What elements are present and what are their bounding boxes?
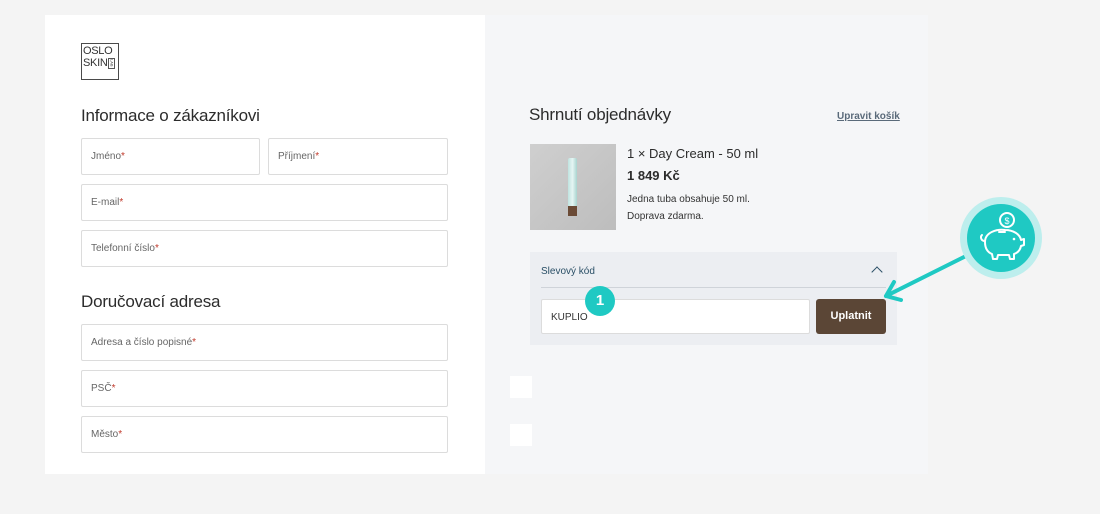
delivery-address-title: Doručovací adresa (81, 292, 221, 311)
checkout-page: OSLO SKIN LAB Informace o zákazníkovi Jm… (45, 15, 928, 474)
piggy-bank-coin-icon: $ (980, 212, 1025, 260)
oslo-skin-lab-logo[interactable]: OSLO SKIN LAB (81, 43, 119, 80)
logo-line-2: SKIN (83, 57, 108, 69)
placeholder-square (510, 376, 532, 398)
step-number-badge: 1 (585, 286, 615, 316)
email-placeholder: E-mail (91, 197, 120, 208)
first-name-field[interactable]: Jméno* (81, 138, 260, 175)
order-summary-panel: Shrnutí objednávky Upravit košík 1 × Day… (485, 15, 928, 474)
zip-field[interactable]: PSČ* (81, 370, 448, 407)
order-summary-title: Shrnutí objednávky (529, 105, 671, 124)
cream-tube-shape (568, 158, 577, 208)
first-name-placeholder: Jméno (91, 151, 122, 162)
customer-form-panel: OSLO SKIN LAB Informace o zákazníkovi Jm… (45, 15, 485, 474)
phone-placeholder: Telefonní číslo (91, 243, 155, 254)
city-placeholder: Město (91, 429, 119, 440)
required-mark: * (111, 383, 116, 394)
logo-line-1: OSLO (83, 45, 113, 57)
discount-code-value: KUPLIO (551, 312, 588, 323)
cream-tube-cap (568, 206, 577, 216)
phone-field[interactable]: Telefonní číslo* (81, 230, 448, 267)
placeholder-square (510, 424, 532, 446)
product-image (530, 144, 616, 230)
email-field[interactable]: E-mail* (81, 184, 448, 221)
required-mark: * (118, 429, 123, 440)
product-description: Jedna tuba obsahuje 50 ml. (627, 194, 750, 205)
product-name: 1 × Day Cream - 50 ml (627, 146, 759, 161)
product-price: 1 849 Kč (627, 168, 680, 183)
city-field[interactable]: Město* (81, 416, 448, 453)
required-mark: * (154, 243, 159, 254)
address-placeholder: Adresa a číslo popisné (91, 337, 193, 348)
discount-code-toggle[interactable]: Slevový kód (541, 266, 595, 277)
edit-cart-link[interactable]: Upravit košík (837, 111, 900, 122)
piggy-bank-badge: $ (960, 197, 1042, 279)
required-mark: * (192, 337, 197, 348)
last-name-field[interactable]: Příjmení* (268, 138, 448, 175)
svg-text:$: $ (1004, 216, 1009, 226)
customer-info-title: Informace o zákazníkovi (81, 106, 260, 125)
address-field[interactable]: Adresa a číslo popisné* (81, 324, 448, 361)
logo-lab: LAB (108, 57, 116, 69)
required-mark: * (315, 151, 320, 162)
zip-placeholder: PSČ (91, 383, 112, 394)
last-name-placeholder: Příjmení (278, 151, 316, 162)
discount-code-input[interactable]: KUPLIO (541, 299, 810, 334)
shipping-note: Doprava zdarma. (627, 211, 704, 222)
required-mark: * (119, 197, 124, 208)
required-mark: * (121, 151, 125, 162)
